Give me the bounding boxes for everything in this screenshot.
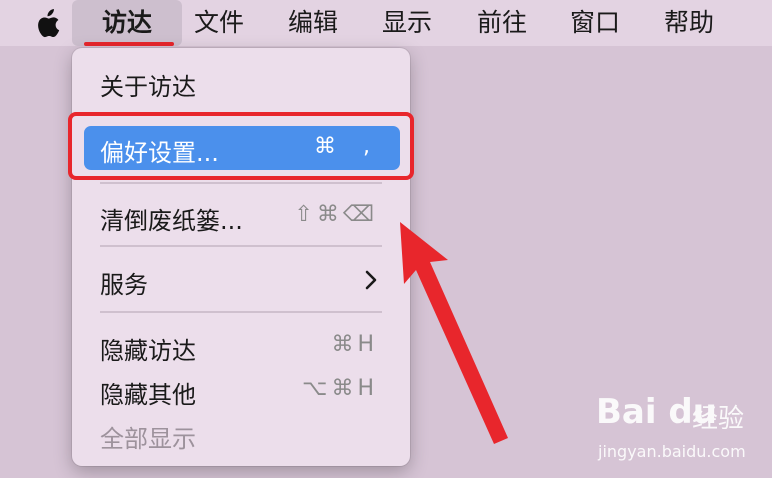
menu-item-services[interactable]: 服务 xyxy=(72,260,410,300)
menu-item-empty-trash[interactable]: 清倒废纸篓... ⇧⌘⌫ xyxy=(72,196,410,236)
menu-separator xyxy=(100,311,382,313)
watermark-sub: 经验 xyxy=(692,404,745,434)
menu-finder[interactable]: 访达 xyxy=(72,0,182,46)
menu-item-show-all: 全部显示 xyxy=(72,414,410,454)
menu-file[interactable]: 文件 xyxy=(194,0,244,46)
menu-item-label: 服务 xyxy=(100,271,148,299)
annotation-arrow-icon xyxy=(400,222,508,444)
menu-item-hide-others[interactable]: 隐藏其他 ⌥⌘H xyxy=(72,370,410,410)
menu-item-label: 隐藏其他 xyxy=(100,381,196,409)
chevron-right-icon xyxy=(365,270,377,290)
menu-item-hide-finder[interactable]: 隐藏访达 ⌘H xyxy=(72,326,410,366)
annotation-highlight-box xyxy=(68,112,414,180)
menu-item-shortcut: ⌥⌘H xyxy=(302,376,378,401)
menu-separator xyxy=(100,245,382,247)
menu-edit[interactable]: 编辑 xyxy=(288,0,338,46)
menu-item-about-finder[interactable]: 关于访达 xyxy=(72,62,410,102)
menu-help[interactable]: 帮助 xyxy=(664,0,714,46)
menu-item-label: 隐藏访达 xyxy=(100,337,196,365)
menu-item-shortcut: ⌘H xyxy=(331,332,378,357)
menu-separator xyxy=(100,182,382,184)
watermark-url: jingyan.baidu.com xyxy=(598,442,746,461)
menu-item-shortcut: ⇧⌘⌫ xyxy=(294,202,378,227)
menu-item-label: 清倒废纸篓... xyxy=(100,207,243,235)
menu-window[interactable]: 窗口 xyxy=(570,0,620,46)
apple-logo-icon xyxy=(38,9,60,38)
apple-menu-button[interactable] xyxy=(30,9,64,39)
menu-bar: 访达 文件 编辑 显示 前往 窗口 帮助 xyxy=(0,0,772,46)
annotation-underline xyxy=(84,42,174,46)
menu-view[interactable]: 显示 xyxy=(382,0,432,46)
menu-item-label: 全部显示 xyxy=(100,425,196,453)
menu-item-label: 关于访达 xyxy=(100,73,196,101)
menu-go[interactable]: 前往 xyxy=(477,0,527,46)
watermark: Bai du 经验 jingyan.baidu.com xyxy=(596,392,766,472)
finder-dropdown-menu: 关于访达 偏好设置... ⌘ , 清倒废纸篓... ⇧⌘⌫ 服务 隐藏访达 ⌘H… xyxy=(72,48,410,466)
